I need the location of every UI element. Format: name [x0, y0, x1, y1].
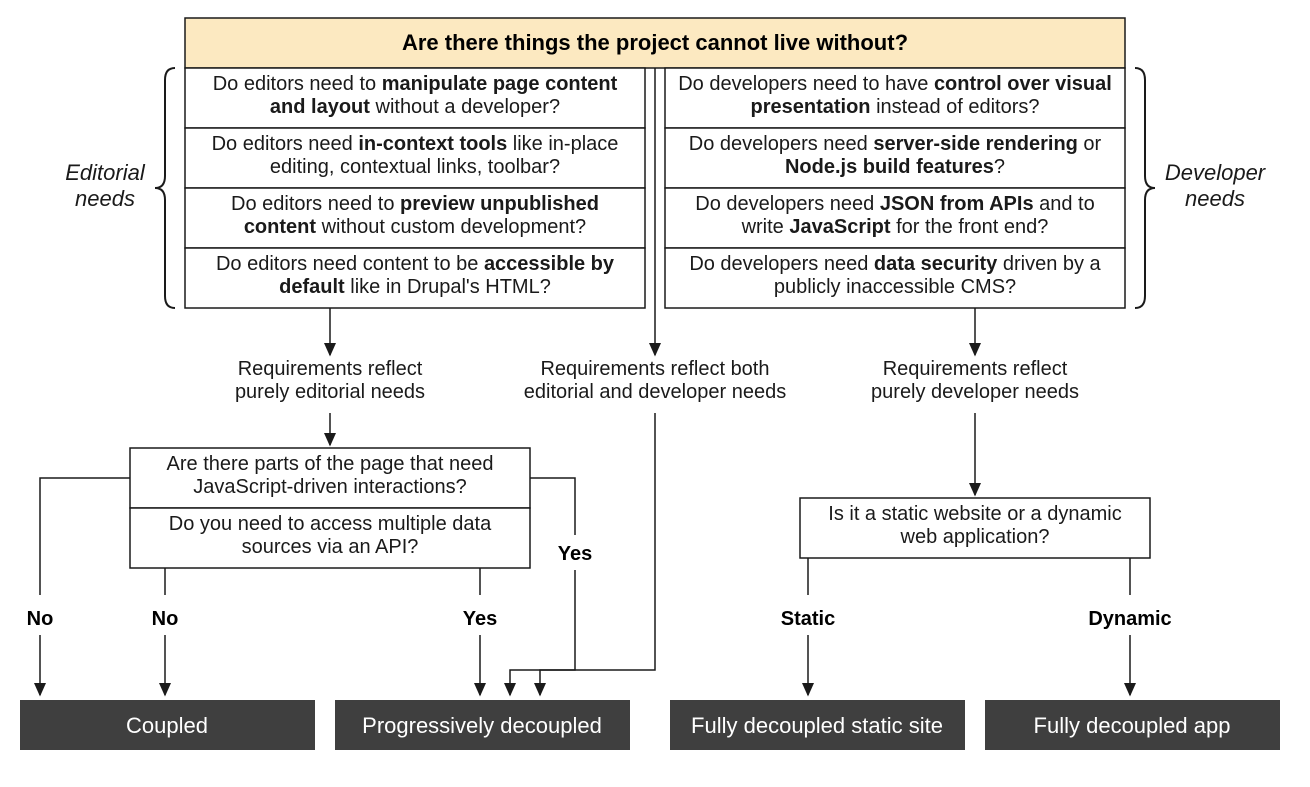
result-progressive: Progressively decoupled [362, 713, 602, 738]
result-static-site: Fully decoupled static site [691, 713, 943, 738]
developer-decision-q: Is it a static website or a dynamic web … [810, 503, 1140, 549]
branch-developer-label: Requirements reflect purely developer ne… [860, 358, 1090, 404]
answer-yes-2: Yes [558, 543, 592, 565]
developer-column: Do developers need to have control over … [665, 68, 1125, 308]
branch-both-label: Requirements reflect both editorial and … [510, 358, 800, 404]
developer-q2: Do developers need server-side rendering… [675, 133, 1115, 179]
developer-q4: Do developers need data security driven … [675, 253, 1115, 299]
editorial-decision-q2: Do you need to access multiple data sour… [140, 513, 520, 559]
result-coupled: Coupled [126, 713, 208, 738]
answer-no-1: No [27, 608, 54, 630]
editorial-q1: Do editors need to manipulate page conte… [195, 73, 635, 119]
answer-static: Static [781, 608, 835, 630]
editorial-q4: Do editors need content to be accessible… [195, 253, 635, 299]
result-app: Fully decoupled app [1034, 713, 1231, 738]
answer-yes-1: Yes [463, 608, 497, 630]
developer-q3: Do developers need JSON from APIs and to… [675, 193, 1115, 239]
editorial-q2: Do editors need in-context tools like in… [195, 133, 635, 179]
brace-left-label: Editorial needs [60, 160, 150, 212]
editorial-decision-q1: Are there parts of the page that need Ja… [140, 453, 520, 499]
editorial-q3: Do editors need to preview unpublished c… [195, 193, 635, 239]
developer-q1: Do developers need to have control over … [675, 73, 1115, 119]
brace-right-label: Developer needs [1160, 160, 1270, 212]
editorial-column: Do editors need to manipulate page conte… [185, 68, 645, 308]
editorial-decision: Are there parts of the page that need Ja… [130, 448, 530, 568]
root-question: Are there things the project cannot live… [402, 30, 908, 55]
brace-right-icon [1135, 68, 1155, 308]
branch-editorial-label: Requirements reflect purely editorial ne… [215, 358, 445, 404]
developer-decision: Is it a static website or a dynamic web … [800, 498, 1150, 558]
answer-no-2: No [152, 608, 179, 630]
answer-dynamic: Dynamic [1088, 608, 1171, 630]
brace-left-icon [155, 68, 175, 308]
